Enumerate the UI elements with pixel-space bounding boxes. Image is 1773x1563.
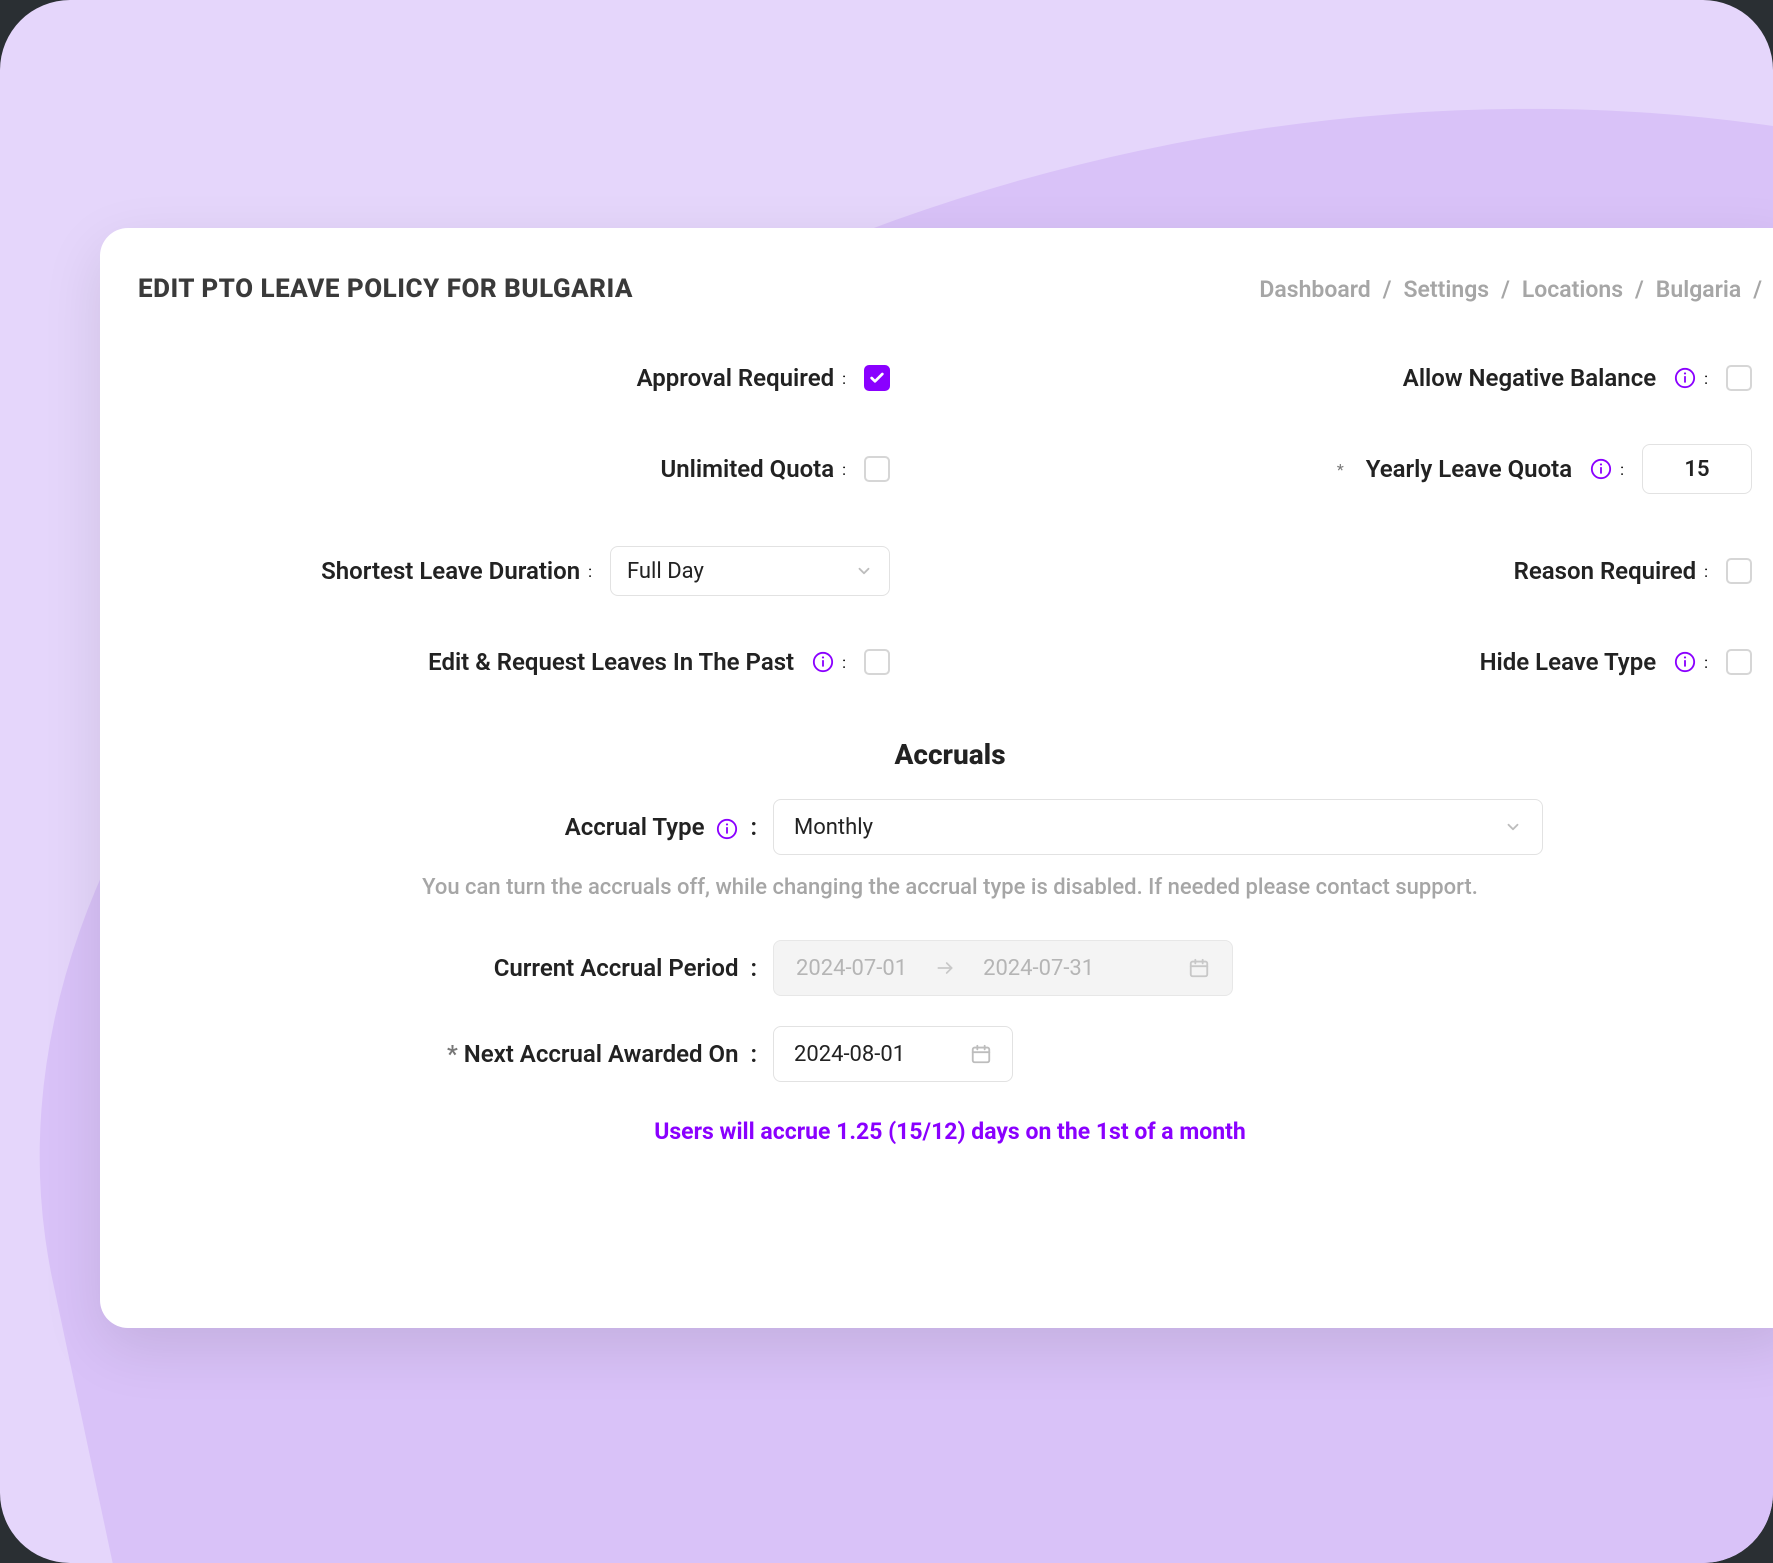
label-accrual-type: Accrual Type : (357, 813, 757, 841)
label-current-accrual-period: Current Accrual Period : (357, 954, 757, 982)
field-shortest-duration: Shortest Leave Duration : Full Day (148, 546, 890, 596)
checkbox-edit-past[interactable] (864, 649, 890, 675)
field-next-accrual-awarded: * Next Accrual Awarded On : 2024-08-01 (128, 1026, 1772, 1082)
label-next-accrual-awarded-text: Next Accrual Awarded On (464, 1040, 739, 1068)
info-icon[interactable] (1674, 651, 1696, 673)
label-unlimited-quota: Unlimited Quota (660, 455, 834, 483)
chevron-down-icon (1504, 818, 1522, 836)
date-range-current-accrual: 2024-07-01 2024-07-31 (773, 940, 1233, 996)
label-accrual-type-text: Accrual Type (565, 813, 705, 841)
label-next-accrual-awarded: * Next Accrual Awarded On : (357, 1040, 757, 1068)
field-reason-required: Reason Required : (1010, 557, 1752, 585)
calendar-icon (970, 1043, 992, 1065)
colon: : (1704, 653, 1708, 672)
field-hide-leave-type: Hide Leave Type : (1010, 648, 1752, 676)
check-icon (869, 370, 885, 386)
breadcrumb-separator: / (1635, 276, 1644, 303)
label-edit-past: Edit & Request Leaves In The Past (428, 648, 794, 676)
select-accrual-type[interactable]: Monthly (773, 799, 1543, 855)
select-accrual-type-value: Monthly (794, 815, 873, 840)
select-shortest-duration-value: Full Day (627, 559, 845, 584)
breadcrumb-settings[interactable]: Settings (1404, 276, 1490, 303)
required-marker: * (447, 1040, 458, 1068)
input-yearly-quota[interactable]: 15 (1642, 444, 1752, 494)
colon: : (588, 562, 592, 581)
colon: : (842, 460, 846, 479)
info-icon[interactable] (1590, 458, 1612, 480)
colon: : (842, 369, 846, 388)
colon: : (1704, 369, 1708, 388)
accrue-formula-note: Users will accrue 1.25 (15/12) days on t… (128, 1118, 1772, 1145)
info-icon[interactable] (716, 818, 738, 840)
checkbox-unlimited-quota[interactable] (864, 456, 890, 482)
field-current-accrual-period: Current Accrual Period : 2024-07-01 2024… (128, 940, 1772, 996)
label-hide-leave-type: Hide Leave Type (1480, 648, 1657, 676)
calendar-icon (1188, 957, 1210, 979)
input-yearly-quota-value: 15 (1684, 457, 1709, 482)
background-card: EDIT PTO LEAVE POLICY FOR BULGARIA Dashb… (0, 0, 1773, 1563)
field-edit-past: Edit & Request Leaves In The Past : (148, 648, 890, 676)
checkbox-allow-negative[interactable] (1726, 365, 1752, 391)
field-unlimited-quota: Unlimited Quota : (148, 455, 890, 483)
info-icon[interactable] (812, 651, 834, 673)
colon: : (1704, 562, 1708, 581)
accruals-section-title: Accruals (128, 738, 1772, 771)
breadcrumb: Dashboard / Settings / Locations / Bulga… (1259, 276, 1762, 303)
checkbox-hide-leave-type[interactable] (1726, 649, 1752, 675)
checkbox-reason-required[interactable] (1726, 558, 1752, 584)
page-title: EDIT PTO LEAVE POLICY FOR BULGARIA (138, 274, 633, 304)
chevron-down-icon (855, 562, 873, 580)
date-next-accrual-value: 2024-08-01 (794, 1042, 905, 1067)
required-marker: * (1337, 460, 1344, 479)
checkbox-approval-required[interactable] (864, 365, 890, 391)
breadcrumb-separator: / (1383, 276, 1392, 303)
label-allow-negative: Allow Negative Balance (1403, 364, 1656, 392)
panel-header: EDIT PTO LEAVE POLICY FOR BULGARIA Dashb… (128, 274, 1772, 364)
date-range-end: 2024-07-31 (983, 956, 1094, 981)
info-icon[interactable] (1674, 367, 1696, 389)
field-accrual-type: Accrual Type : Monthly (128, 799, 1772, 855)
breadcrumb-locations[interactable]: Locations (1522, 276, 1623, 303)
field-allow-negative: Allow Negative Balance : (1010, 364, 1752, 392)
label-yearly-quota: Yearly Leave Quota (1366, 455, 1572, 483)
breadcrumb-bulgaria[interactable]: Bulgaria (1656, 276, 1741, 303)
main-panel: EDIT PTO LEAVE POLICY FOR BULGARIA Dashb… (100, 228, 1773, 1328)
date-next-accrual-awarded[interactable]: 2024-08-01 (773, 1026, 1013, 1082)
breadcrumb-separator: / (1501, 276, 1510, 303)
select-shortest-duration[interactable]: Full Day (610, 546, 890, 596)
breadcrumb-separator: / (1753, 276, 1762, 303)
colon: : (842, 653, 846, 672)
field-yearly-quota: * Yearly Leave Quota : 15 (1010, 444, 1752, 494)
label-shortest-duration: Shortest Leave Duration (321, 557, 580, 585)
label-current-accrual-period-text: Current Accrual Period (494, 954, 739, 982)
field-approval-required: Approval Required : (148, 364, 890, 392)
accrual-note: You can turn the accruals off, while cha… (350, 875, 1550, 900)
form-grid: Approval Required : Allow Negative Balan… (128, 364, 1772, 676)
label-approval-required: Approval Required (637, 364, 835, 392)
arrow-right-icon (935, 958, 955, 978)
breadcrumb-dashboard[interactable]: Dashboard (1259, 276, 1370, 303)
date-range-start: 2024-07-01 (796, 956, 907, 981)
colon: : (1620, 460, 1624, 479)
label-reason-required: Reason Required (1514, 557, 1697, 585)
